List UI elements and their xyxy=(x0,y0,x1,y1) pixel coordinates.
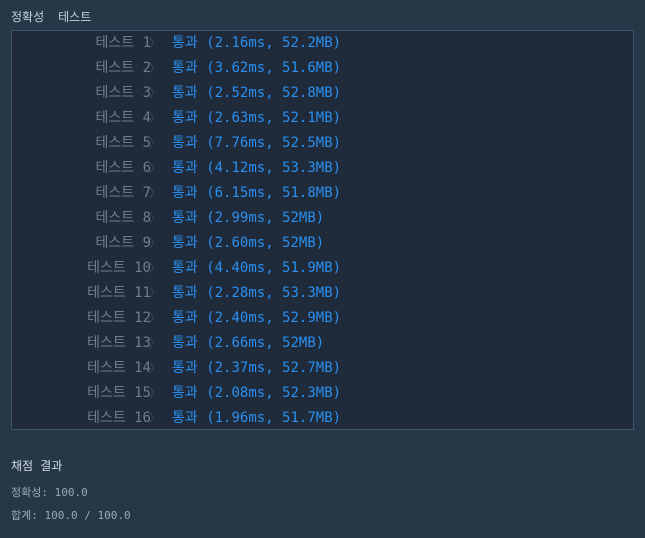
chevron-right-icon: 〉 xyxy=(149,411,162,425)
chevron-right-icon: 〉 xyxy=(149,111,162,125)
test-pass-result: 통과 (2.99ms, 52MB) xyxy=(172,210,325,226)
test-name: 테스트 8 xyxy=(95,210,152,226)
test-name: 테스트 5 xyxy=(95,135,152,151)
test-name: 테스트 9 xyxy=(95,235,152,251)
result-header: 정확성 테스트 xyxy=(11,8,105,25)
test-name: 테스트 11 xyxy=(87,285,151,301)
test-name: 테스트 4 xyxy=(95,110,152,126)
total-score: 합계: 100.0 / 100.0 xyxy=(11,509,131,522)
test-result-row: 테스트 11 〉 통과 (2.28ms, 53.3MB) xyxy=(12,281,633,306)
test-result-row: 테스트 16 〉 통과 (1.96ms, 51.7MB) xyxy=(12,406,633,431)
chevron-right-icon: 〉 xyxy=(149,386,162,400)
chevron-right-icon: 〉 xyxy=(149,86,162,100)
test-result-row: 테스트 6 〉 통과 (4.12ms, 53.3MB) xyxy=(12,156,633,181)
chevron-right-icon: 〉 xyxy=(149,211,162,225)
test-result-row: 테스트 15 〉 통과 (2.08ms, 52.3MB) xyxy=(12,381,633,406)
test-name: 테스트 2 xyxy=(95,60,152,76)
accuracy-score: 정확성: 100.0 xyxy=(11,486,88,499)
test-pass-result: 통과 (2.66ms, 52MB) xyxy=(172,335,325,351)
test-result-row: 테스트 5 〉 통과 (7.76ms, 52.5MB) xyxy=(12,131,633,156)
test-pass-result: 통과 (4.40ms, 51.9MB) xyxy=(172,260,342,276)
test-result-row: 테스트 7 〉 통과 (6.15ms, 51.8MB) xyxy=(12,181,633,206)
chevron-right-icon: 〉 xyxy=(149,186,162,200)
test-name: 테스트 16 xyxy=(87,410,151,426)
test-result-row: 테스트 10 〉 통과 (4.40ms, 51.9MB) xyxy=(12,256,633,281)
test-name: 테스트 6 xyxy=(95,160,152,176)
test-name: 테스트 15 xyxy=(87,385,151,401)
test-pass-result: 통과 (2.37ms, 52.7MB) xyxy=(172,360,342,376)
test-result-row: 테스트 12 〉 통과 (2.40ms, 52.9MB) xyxy=(12,306,633,331)
test-results-panel: 테스트 1 〉 통과 (2.16ms, 52.2MB) 테스트 2 〉 통과 (3.62m… xyxy=(11,30,634,430)
test-pass-result: 통과 (2.63ms, 52.1MB) xyxy=(172,110,342,126)
chevron-right-icon: 〉 xyxy=(149,36,162,50)
chevron-right-icon: 〉 xyxy=(149,261,162,275)
test-pass-result: 통과 (2.08ms, 52.3MB) xyxy=(172,385,342,401)
chevron-right-icon: 〉 xyxy=(149,161,162,175)
test-pass-result: 통과 (2.16ms, 52.2MB) xyxy=(172,35,342,51)
test-result-row: 테스트 4 〉 통과 (2.63ms, 52.1MB) xyxy=(12,106,633,131)
chevron-right-icon: 〉 xyxy=(149,311,162,325)
test-pass-result: 통과 (2.40ms, 52.9MB) xyxy=(172,310,342,326)
test-pass-result: 통과 (2.28ms, 53.3MB) xyxy=(172,285,342,301)
chevron-right-icon: 〉 xyxy=(149,136,162,150)
chevron-right-icon: 〉 xyxy=(149,286,162,300)
test-result-row: 테스트 14 〉 통과 (2.37ms, 52.7MB) xyxy=(12,356,633,381)
test-pass-result: 통과 (1.96ms, 51.7MB) xyxy=(172,410,342,426)
chevron-right-icon: 〉 xyxy=(149,336,162,350)
test-pass-result: 통과 (2.52ms, 52.8MB) xyxy=(172,85,342,101)
test-name: 테스트 7 xyxy=(95,185,152,201)
test-pass-result: 통과 (7.76ms, 52.5MB) xyxy=(172,135,342,151)
chevron-right-icon: 〉 xyxy=(149,236,162,250)
test-pass-result: 통과 (4.12ms, 53.3MB) xyxy=(172,160,342,176)
chevron-right-icon: 〉 xyxy=(149,61,162,75)
test-result-row: 테스트 9 〉 통과 (2.60ms, 52MB) xyxy=(12,231,633,256)
test-result-row: 테스트 3 〉 통과 (2.52ms, 52.8MB) xyxy=(12,81,633,106)
test-name: 테스트 1 xyxy=(95,35,152,51)
test-pass-result: 통과 (2.60ms, 52MB) xyxy=(172,235,325,251)
header-accuracy-label: 정확성 xyxy=(11,10,45,24)
test-result-row: 테스트 13 〉 통과 (2.66ms, 52MB) xyxy=(12,331,633,356)
grading-result-title: 채점 결과 xyxy=(11,459,63,473)
test-name: 테스트 14 xyxy=(87,360,151,376)
test-pass-result: 통과 (6.15ms, 51.8MB) xyxy=(172,185,342,201)
chevron-right-icon: 〉 xyxy=(149,361,162,375)
test-name: 테스트 13 xyxy=(87,335,151,351)
test-result-row: 테스트 1 〉 통과 (2.16ms, 52.2MB) xyxy=(12,31,633,56)
test-name: 테스트 10 xyxy=(87,260,151,276)
test-name: 테스트 3 xyxy=(95,85,152,101)
test-result-row: 테스트 8 〉 통과 (2.99ms, 52MB) xyxy=(12,206,633,231)
test-name: 테스트 12 xyxy=(87,310,151,326)
test-pass-result: 통과 (3.62ms, 51.6MB) xyxy=(172,60,342,76)
test-result-row: 테스트 2 〉 통과 (3.62ms, 51.6MB) xyxy=(12,56,633,81)
header-test-label: 테스트 xyxy=(58,10,92,24)
